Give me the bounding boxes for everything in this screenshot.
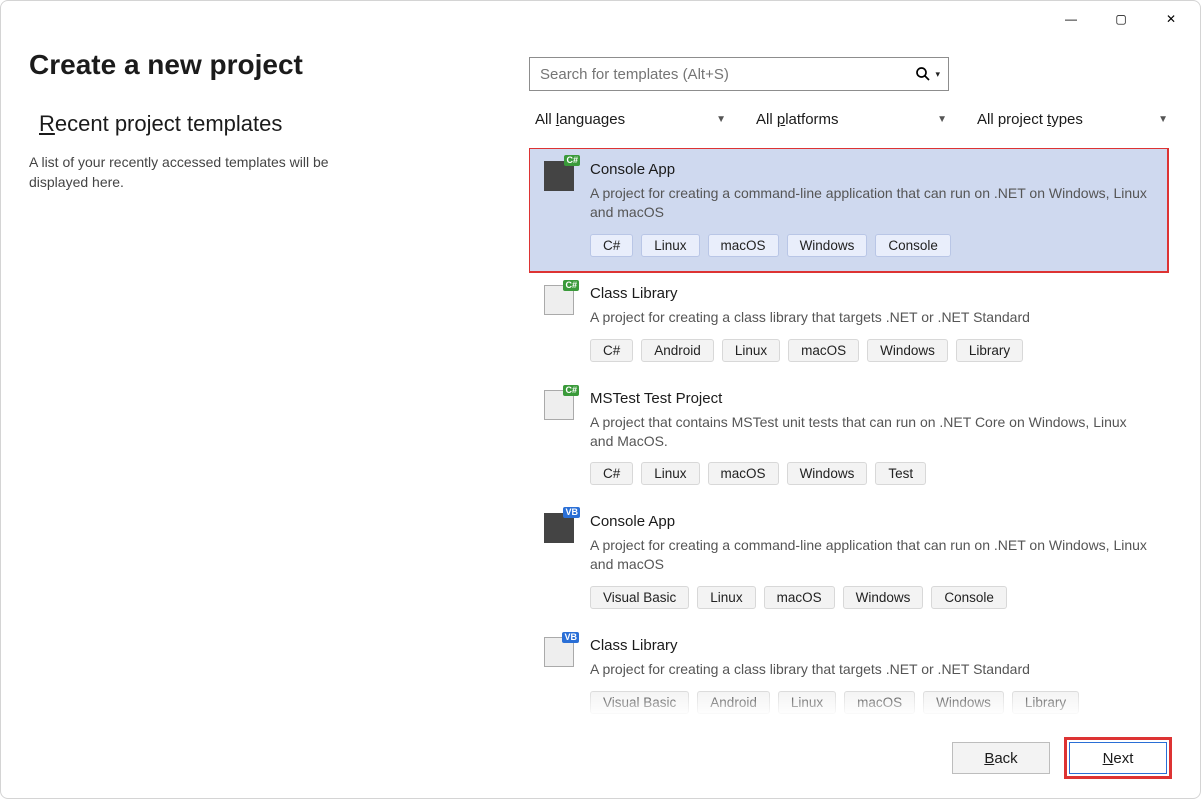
window-controls: — ▢ ✕ [1042, 1, 1200, 37]
maximize-button[interactable]: ▢ [1098, 3, 1144, 35]
recent-templates-heading: Recent project templates [39, 111, 489, 137]
template-tag: Visual Basic [590, 586, 689, 609]
close-button[interactable]: ✕ [1148, 3, 1194, 35]
template-tag: Windows [867, 339, 948, 362]
template-icon: C# [544, 390, 574, 420]
recent-templates-empty: A list of your recently accessed templat… [29, 153, 369, 192]
template-title: Console App [590, 161, 1153, 178]
filter-label: All languages [535, 111, 625, 128]
template-title: Class Library [590, 285, 1153, 302]
template-tag: Console [875, 234, 951, 257]
template-description: A project for creating a command-line ap… [590, 184, 1153, 222]
template-tag: Android [697, 691, 770, 714]
template-item[interactable]: C# Class Library A project for creating a … [529, 272, 1168, 377]
template-tag: C# [590, 234, 633, 257]
filter-label: All platforms [756, 111, 839, 128]
template-description: A project for creating a class library t… [590, 308, 1153, 327]
template-description: A project for creating a class library t… [590, 660, 1153, 679]
template-tag: Windows [923, 691, 1004, 714]
template-tag: Library [1012, 691, 1079, 714]
template-tag: Visual Basic [590, 691, 689, 714]
template-description: A project for creating a command-line ap… [590, 536, 1153, 574]
language-badge: C# [563, 385, 579, 396]
template-tag: Windows [787, 234, 868, 257]
search-icon[interactable]: ▾ [915, 66, 940, 82]
chevron-down-icon: ▼ [937, 114, 947, 125]
chevron-down-icon: ▼ [1158, 114, 1168, 125]
page-title: Create a new project [29, 49, 489, 81]
template-tag: macOS [708, 462, 779, 485]
template-item[interactable]: VB Console App A project for creating a co… [529, 500, 1168, 624]
filter-dropdown-1[interactable]: All platforms ▼ [750, 109, 951, 130]
filter-dropdown-2[interactable]: All project types ▼ [971, 109, 1172, 130]
template-description: A project that contains MSTest unit test… [590, 413, 1153, 451]
template-tag: macOS [788, 339, 859, 362]
template-tag: macOS [844, 691, 915, 714]
template-tag: Console [931, 586, 1007, 609]
next-button-highlight: Next [1064, 737, 1172, 779]
template-icon: C# [544, 161, 574, 191]
template-icon: VB [544, 637, 574, 667]
back-button[interactable]: Back [952, 742, 1050, 774]
template-item[interactable]: C# MSTest Test Project A project that cont… [529, 377, 1168, 501]
template-icon: C# [544, 285, 574, 315]
language-badge: C# [564, 155, 580, 166]
language-badge: C# [563, 280, 579, 291]
template-tag: macOS [764, 586, 835, 609]
template-tag: C# [590, 339, 633, 362]
template-tag: Linux [641, 462, 699, 485]
template-tag: Linux [778, 691, 836, 714]
template-tag: Windows [843, 586, 924, 609]
search-box[interactable]: ▾ [529, 57, 949, 91]
template-list[interactable]: C# Console App A project for creating a co… [529, 148, 1172, 718]
template-title: Console App [590, 513, 1153, 530]
language-badge: VB [562, 632, 579, 643]
search-input[interactable] [538, 65, 915, 84]
chevron-down-icon: ▼ [716, 114, 726, 125]
template-tag: Test [875, 462, 926, 485]
chevron-down-icon[interactable]: ▾ [935, 69, 940, 80]
template-icon: VB [544, 513, 574, 543]
template-item[interactable]: VB Class Library A project for creating a … [529, 624, 1168, 718]
template-tag: macOS [708, 234, 779, 257]
template-item[interactable]: C# Console App A project for creating a co… [529, 148, 1168, 272]
next-button[interactable]: Next [1069, 742, 1167, 774]
filter-dropdown-0[interactable]: All languages ▼ [529, 109, 730, 130]
template-tag: C# [590, 462, 633, 485]
template-tag: Linux [722, 339, 780, 362]
template-tag: Library [956, 339, 1023, 362]
template-tag: Windows [787, 462, 868, 485]
language-badge: VB [563, 507, 580, 518]
filter-label: All project types [977, 111, 1083, 128]
template-tag: Android [641, 339, 714, 362]
minimize-button[interactable]: — [1048, 3, 1094, 35]
template-tag: Linux [697, 586, 755, 609]
template-title: Class Library [590, 637, 1153, 654]
template-tag: Linux [641, 234, 699, 257]
template-title: MSTest Test Project [590, 390, 1153, 407]
